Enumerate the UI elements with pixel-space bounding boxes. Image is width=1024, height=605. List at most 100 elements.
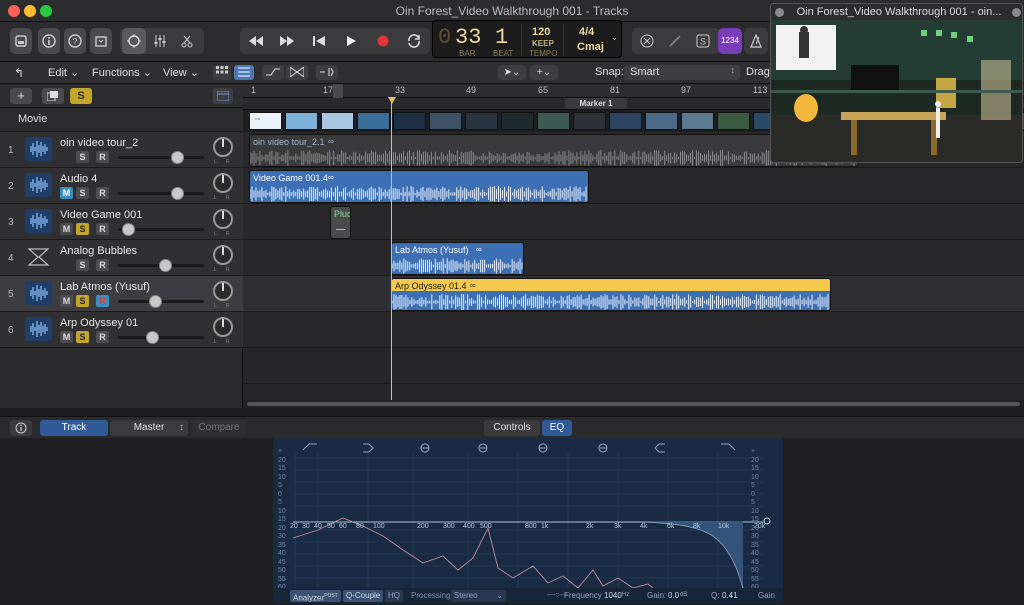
global-solo-button[interactable]: S <box>70 88 92 104</box>
volume-slider[interactable] <box>118 259 204 272</box>
volume-knob[interactable] <box>148 295 162 308</box>
record-enable-button[interactable]: R <box>96 187 109 199</box>
info-icon[interactable] <box>10 420 32 436</box>
volume-knob[interactable] <box>171 187 185 200</box>
rewind-button[interactable] <box>242 28 270 54</box>
back-icon[interactable]: ↰ <box>14 66 24 80</box>
master-tab[interactable]: Master ↕ <box>110 420 188 436</box>
audio-region[interactable]: Lab Atmos (Yusuf) ∞ <box>391 242 524 275</box>
compare-button[interactable]: Compare <box>192 420 246 436</box>
track-name[interactable]: oin video tour_2 <box>60 137 138 149</box>
track-header[interactable]: 3 Video Game 001 M S R L R <box>0 204 243 240</box>
eq-tab[interactable]: EQ <box>542 420 572 436</box>
volume-slider[interactable] <box>118 331 204 344</box>
waveform-icon[interactable] <box>25 173 52 197</box>
frequency-value[interactable]: 1040 <box>604 591 622 600</box>
grid-view-icon[interactable] <box>213 65 231 80</box>
pan-knob[interactable] <box>213 137 233 157</box>
synth-icon[interactable] <box>25 245 52 269</box>
pointer-tool-icon[interactable]: ➤⌄ <box>498 65 526 80</box>
toolbar-toggle-button[interactable] <box>90 28 112 54</box>
lcd-chevron-down-icon[interactable]: ⌄ <box>611 33 618 42</box>
volume-slider[interactable] <box>118 295 204 308</box>
volume-knob[interactable] <box>121 223 135 236</box>
horizontal-scrollbar[interactable] <box>243 400 1024 408</box>
solo-button[interactable]: S <box>76 187 89 199</box>
waveform-icon[interactable] <box>25 281 52 305</box>
fast-forward-button[interactable] <box>273 28 301 54</box>
play-button[interactable] <box>337 28 365 54</box>
smart-controls-button[interactable] <box>122 28 146 54</box>
controls-tab[interactable]: Controls <box>484 420 540 436</box>
hq-button[interactable]: HQ <box>385 590 403 602</box>
q-value[interactable]: 0.41 <box>722 591 738 600</box>
edit-menu[interactable]: Edit ⌄ <box>48 66 79 79</box>
record-enable-button[interactable]: R <box>96 331 109 343</box>
track-header[interactable]: 1 oin video tour_2 S R L R <box>0 132 243 168</box>
replace-button[interactable] <box>634 28 660 54</box>
record-enable-button[interactable]: R <box>96 295 109 307</box>
track-name[interactable]: Analog Bubbles <box>60 245 137 257</box>
volume-knob[interactable] <box>145 331 159 344</box>
waveform-icon[interactable] <box>25 317 52 341</box>
duplicate-track-icon[interactable] <box>42 88 64 104</box>
volume-slider[interactable] <box>118 223 204 236</box>
track-tab[interactable]: Track <box>40 420 108 436</box>
secondary-tool-icon[interactable]: +⌄ <box>530 65 558 80</box>
analyzer-button[interactable]: AnalyzerPOST <box>290 590 341 603</box>
locator[interactable] <box>333 84 343 98</box>
processing-select[interactable]: Stereo ⌄ <box>451 590 506 602</box>
track-lane[interactable] <box>243 312 1024 348</box>
library-button[interactable] <box>10 28 32 54</box>
mute-button[interactable]: M <box>60 295 73 307</box>
eq-graph[interactable] <box>273 438 783 604</box>
playhead-marker-icon[interactable] <box>388 97 396 104</box>
global-tracks-icon[interactable] <box>213 88 233 104</box>
view-menu[interactable]: View ⌄ <box>163 66 199 79</box>
track-lane[interactable] <box>243 204 1024 240</box>
record-button[interactable] <box>369 28 397 54</box>
waveform-icon[interactable] <box>25 137 52 161</box>
count-in-button[interactable]: 1234 <box>718 28 742 54</box>
inspector-button[interactable] <box>38 28 60 54</box>
record-enable-button[interactable]: R <box>96 259 109 271</box>
track-header[interactable]: 5 Lab Atmos (Yusuf) M S R L R <box>0 276 243 312</box>
pan-knob[interactable] <box>213 317 233 337</box>
mute-button[interactable]: M <box>60 187 73 199</box>
mute-button[interactable]: M <box>60 223 73 235</box>
solo-button[interactable]: S <box>76 151 89 163</box>
lcd-display[interactable]: 0 33 1 BAR BEAT 120 KEEP TEMPO 4/4 Cmaj … <box>432 20 622 58</box>
track-name[interactable]: Lab Atmos (Yusuf) <box>60 281 150 293</box>
volume-knob[interactable] <box>171 151 185 164</box>
track-header[interactable]: 6 Arp Odyssey 01 M S R L R <box>0 312 243 348</box>
video-preview-window[interactable]: Oin Forest_Video Walkthrough 001 - oin..… <box>770 3 1023 163</box>
track-lane[interactable] <box>243 348 1024 384</box>
catch-playhead-icon[interactable] <box>316 65 338 80</box>
track-name[interactable]: Arp Odyssey 01 <box>60 317 138 329</box>
flex-icon[interactable] <box>286 65 308 80</box>
track-header[interactable]: 4 Analog Bubbles S R L R <box>0 240 243 276</box>
snap-select[interactable]: Smart ↕ <box>624 65 740 80</box>
movie-track-header[interactable]: Movie <box>0 108 243 132</box>
quick-help-button[interactable]: ? <box>64 28 86 54</box>
playhead[interactable] <box>391 98 392 408</box>
preview-close-button[interactable] <box>775 8 784 17</box>
waveform-icon[interactable] <box>25 209 52 233</box>
pan-knob[interactable] <box>213 245 233 265</box>
channel-eq[interactable]: 20 30 40 50 60 80 100 200 300 400 500 800 1k 2k 3k 4k 6k… <box>273 438 783 604</box>
metronome-button[interactable] <box>744 28 768 54</box>
solo-button[interactable]: S <box>76 295 89 307</box>
go-to-beginning-button[interactable] <box>305 28 333 54</box>
track-name[interactable]: Audio 4 <box>60 173 97 185</box>
record-enable-button[interactable]: R <box>96 223 109 235</box>
preview-zoom-button[interactable] <box>1012 8 1021 17</box>
track-header[interactable]: 2 Audio 4MSRLR <box>0 168 243 204</box>
functions-menu[interactable]: Functions ⌄ <box>92 66 152 79</box>
mute-button[interactable]: M <box>60 331 73 343</box>
pan-knob[interactable] <box>213 281 233 301</box>
solo-button[interactable]: S <box>76 331 89 343</box>
solo-mode-button[interactable]: S <box>690 28 716 54</box>
add-track-icon[interactable]: + <box>10 88 32 104</box>
cycle-button[interactable] <box>400 28 428 54</box>
volume-slider[interactable] <box>118 151 204 164</box>
